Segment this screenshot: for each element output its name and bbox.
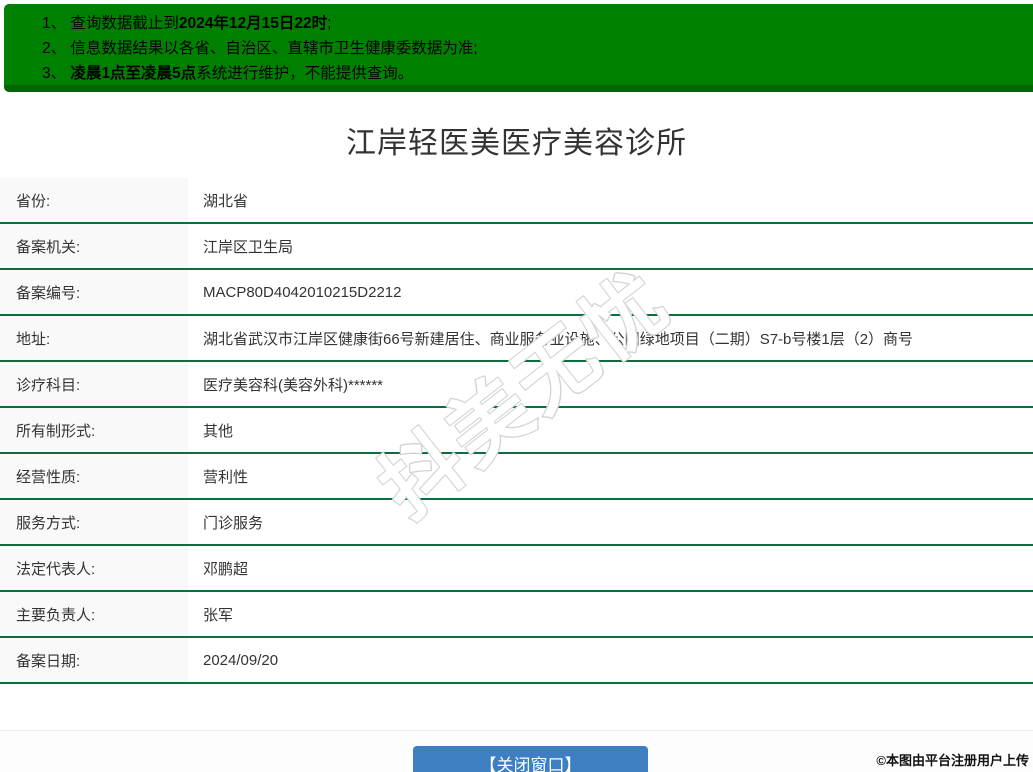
row-value: 张军 bbox=[203, 606, 234, 624]
table-row-person-in-charge: 主要负责人: 张军 bbox=[0, 592, 1033, 638]
notice-line-2: 2、 信息数据结果以各省、自治区、直辖市卫生健康委数据为准; bbox=[42, 36, 1023, 61]
row-label: 服务方式: bbox=[0, 500, 188, 544]
row-label: 所有制形式: bbox=[0, 408, 188, 452]
row-label: 法定代表人: bbox=[0, 546, 188, 590]
table-row-legal-representative: 法定代表人: 邓鹏超 bbox=[0, 546, 1033, 592]
table-row-registry-authority: 备案机关: 江岸区卫生局 bbox=[0, 224, 1033, 270]
table-row-service-mode: 服务方式: 门诊服务 bbox=[0, 500, 1033, 546]
footer: 【关闭窗口】 ©本图由平台注册用户上传 bbox=[0, 730, 1033, 772]
page: 1、 查询数据截止到2024年12月15日22时; 2、 信息数据结果以各省、自… bbox=[0, 0, 1033, 772]
table-row-province: 省份: 湖北省 bbox=[0, 178, 1033, 224]
info-table: 省份: 湖北省 备案机关: 江岸区卫生局 备案编号: MACP80D404201… bbox=[0, 178, 1033, 684]
row-label: 备案编号: bbox=[0, 270, 188, 314]
table-row-registry-date: 备案日期: 2024/09/20 bbox=[0, 638, 1033, 684]
table-row-business-nature: 经营性质: 营利性 bbox=[0, 454, 1033, 500]
row-value: 营利性 bbox=[203, 468, 249, 486]
page-title: 江岸轻医美医疗美容诊所 bbox=[346, 127, 687, 160]
notice-1-post: ; bbox=[327, 15, 332, 32]
row-value: 邓鹏超 bbox=[203, 560, 249, 578]
row-label: 备案机关: bbox=[0, 224, 188, 268]
table-row-ownership: 所有制形式: 其他 bbox=[0, 408, 1033, 454]
row-label: 地址: bbox=[0, 316, 188, 360]
notice-3-bold: 凌晨1点至凌晨5点 bbox=[70, 65, 197, 82]
row-value: 江岸区卫生局 bbox=[203, 238, 294, 256]
close-window-button[interactable]: 【关闭窗口】 bbox=[413, 746, 648, 772]
row-value: 医疗美容科(美容外科)****** bbox=[203, 376, 384, 394]
notice-3-pre: 3、 bbox=[42, 65, 71, 82]
row-value: MACP80D4042010215D2212 bbox=[203, 283, 402, 301]
notice-2-pre: 2、 信息数据结果以各省、自治区、直辖市卫生健康委数据为准; bbox=[42, 40, 478, 57]
notice-banner: 1、 查询数据截止到2024年12月15日22时; 2、 信息数据结果以各省、自… bbox=[4, 4, 1033, 92]
notice-1-pre: 1、 查询数据截止到 bbox=[42, 15, 179, 32]
table-row-address: 地址: 湖北省武汉市江岸区健康街66号新建居住、商业服务业设施、公园绿地项目（二… bbox=[0, 316, 1033, 362]
row-value: 其他 bbox=[203, 422, 234, 440]
row-label: 备案日期: bbox=[0, 638, 188, 682]
row-label: 主要负责人: bbox=[0, 592, 188, 636]
copyright-note: ©本图由平台注册用户上传 bbox=[876, 753, 1029, 768]
row-label: 经营性质: bbox=[0, 454, 188, 498]
table-row-registry-number: 备案编号: MACP80D4042010215D2212 bbox=[0, 270, 1033, 316]
notice-line-1: 1、 查询数据截止到2024年12月15日22时; bbox=[42, 11, 1023, 36]
table-row-departments: 诊疗科目: 医疗美容科(美容外科)****** bbox=[0, 362, 1033, 408]
row-label: 诊疗科目: bbox=[0, 362, 188, 406]
notice-line-3: 3、 凌晨1点至凌晨5点系统进行维护，不能提供查询。 bbox=[42, 61, 1023, 86]
notice-3-post: 系统进行维护，不能提供查询。 bbox=[196, 65, 414, 82]
row-value: 湖北省武汉市江岸区健康街66号新建居住、商业服务业设施、公园绿地项目（二期）S7… bbox=[203, 330, 914, 348]
notice-1-bold: 2024年12月15日22时 bbox=[178, 15, 328, 32]
row-value: 2024/09/20 bbox=[203, 651, 279, 669]
row-value: 湖北省 bbox=[203, 192, 249, 210]
row-value: 门诊服务 bbox=[203, 514, 264, 532]
row-label: 省份: bbox=[0, 178, 188, 222]
